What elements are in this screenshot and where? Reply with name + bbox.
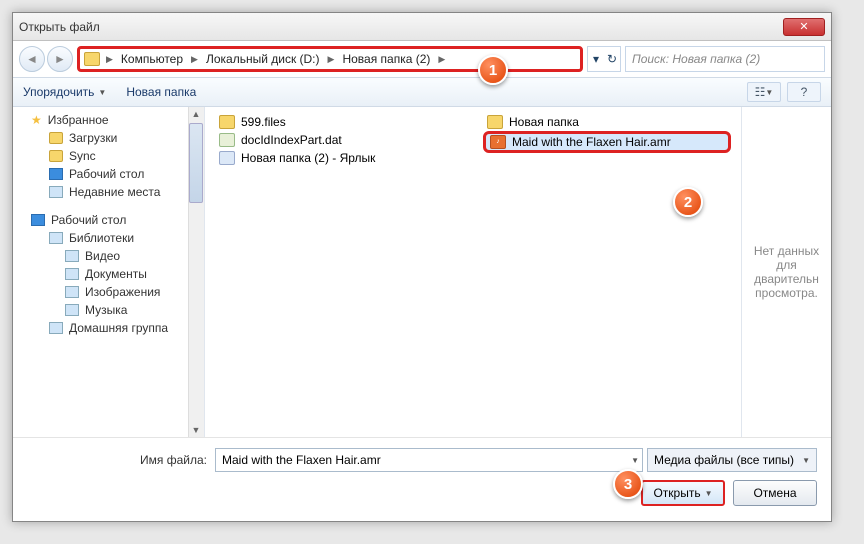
annotation-badge-3: 3	[613, 469, 643, 499]
open-file-dialog: Открыть файл ✕ ◄ ► ▶ Компьютер ▶ Локальн…	[12, 12, 832, 522]
chevron-right-icon: ▶	[326, 54, 337, 65]
documents-icon	[65, 268, 79, 280]
folder-icon	[49, 132, 63, 144]
shortcut-icon	[219, 151, 235, 165]
refresh-icon[interactable]: ↻	[604, 47, 620, 71]
dropdown-icon[interactable]: ▾	[588, 47, 604, 71]
file-pane: 599.files docIdIndexPart.dat Новая папка…	[205, 107, 831, 437]
file-item-selected[interactable]: ♪Maid with the Flaxen Hair.amr	[483, 131, 731, 153]
chevron-right-icon: ▶	[436, 54, 447, 65]
sidebar-video[interactable]: Видео	[13, 247, 204, 265]
annotation-badge-1: 1	[478, 55, 508, 85]
dat-file-icon	[219, 133, 235, 147]
sidebar-desktop[interactable]: Рабочий стол	[13, 165, 204, 183]
window-title: Открыть файл	[19, 20, 783, 34]
scroll-thumb[interactable]	[189, 123, 203, 203]
file-item[interactable]: Новая папка (2) - Ярлык	[215, 149, 463, 167]
back-button[interactable]: ◄	[19, 46, 45, 72]
sidebar: ★Избранное Загрузки Sync Рабочий стол Не…	[13, 107, 205, 437]
desktop-icon	[31, 214, 45, 226]
folder-icon	[49, 150, 63, 162]
titlebar: Открыть файл ✕	[13, 13, 831, 41]
close-button[interactable]: ✕	[783, 18, 825, 36]
forward-button[interactable]: ►	[47, 46, 73, 72]
filename-label: Имя файла:	[27, 453, 207, 467]
view-options-button[interactable]: ☷ ▼	[747, 82, 781, 102]
sidebar-documents[interactable]: Документы	[13, 265, 204, 283]
help-button[interactable]: ?	[787, 82, 821, 102]
preview-text: Нет данных для дварительн просмотра.	[746, 244, 827, 300]
new-folder-button[interactable]: Новая папка	[126, 85, 196, 99]
file-column-2: Новая папка ♪Maid with the Flaxen Hair.a…	[473, 107, 741, 437]
crumb-folder[interactable]: Новая папка (2)	[340, 50, 432, 68]
file-item[interactable]: Новая папка	[483, 113, 731, 131]
file-column-1: 599.files docIdIndexPart.dat Новая папка…	[205, 107, 473, 437]
chevron-down-icon: ▼	[705, 489, 713, 498]
button-row: Открыть ▼ Отмена	[27, 480, 817, 506]
sidebar-libraries[interactable]: Библиотеки	[13, 229, 204, 247]
sidebar-favorites[interactable]: ★Избранное	[13, 111, 204, 129]
sidebar-music[interactable]: Музыка	[13, 301, 204, 319]
nav-buttons: ◄ ►	[19, 46, 73, 72]
nav-row: ◄ ► ▶ Компьютер ▶ Локальный диск (D:) ▶ …	[13, 41, 831, 77]
filetype-select[interactable]: Медиа файлы (все типы)▼	[647, 448, 817, 472]
star-icon: ★	[31, 113, 42, 127]
crumb-computer[interactable]: Компьютер	[119, 50, 185, 68]
amr-file-icon: ♪	[490, 135, 506, 149]
search-input[interactable]: Поиск: Новая папка (2)	[625, 46, 825, 72]
annotation-badge-2: 2	[673, 187, 703, 217]
music-icon	[65, 304, 79, 316]
cancel-button[interactable]: Отмена	[733, 480, 817, 506]
address-controls: ▾ ↻	[587, 46, 621, 72]
chevron-right-icon: ▶	[104, 54, 115, 65]
sidebar-scrollbar[interactable]: ▲ ▼	[188, 107, 204, 437]
sidebar-downloads[interactable]: Загрузки	[13, 129, 204, 147]
chevron-down-icon: ▼	[802, 456, 810, 465]
sidebar-recent[interactable]: Недавние места	[13, 183, 204, 201]
toolbar-right: ☷ ▼ ?	[747, 82, 821, 102]
homegroup-icon	[49, 322, 63, 334]
file-item[interactable]: docIdIndexPart.dat	[215, 131, 463, 149]
chevron-down-icon[interactable]: ▼	[631, 456, 639, 465]
desktop-icon	[49, 168, 63, 180]
library-icon	[49, 232, 63, 244]
preview-pane: Нет данных для дварительн просмотра.	[741, 107, 831, 437]
file-item[interactable]: 599.files	[215, 113, 463, 131]
folder-icon	[487, 115, 503, 129]
filename-row: Имя файла: ▼ Медиа файлы (все типы)▼	[27, 448, 817, 472]
chevron-right-icon: ▶	[189, 54, 200, 65]
computer-icon	[84, 52, 100, 66]
search-placeholder: Поиск: Новая папка (2)	[632, 52, 760, 66]
scroll-down-icon[interactable]: ▼	[189, 423, 203, 437]
filename-input[interactable]	[215, 448, 643, 472]
video-icon	[65, 250, 79, 262]
recent-icon	[49, 186, 63, 198]
folder-icon	[219, 115, 235, 129]
toolbar: Упорядочить ▼ Новая папка ☷ ▼ ?	[13, 77, 831, 107]
crumb-drive[interactable]: Локальный диск (D:)	[204, 50, 322, 68]
pictures-icon	[65, 286, 79, 298]
sidebar-desktop-root[interactable]: Рабочий стол	[13, 211, 204, 229]
scroll-up-icon[interactable]: ▲	[189, 107, 203, 121]
organize-button[interactable]: Упорядочить ▼	[23, 85, 106, 99]
dialog-body: ★Избранное Загрузки Sync Рабочий стол Не…	[13, 107, 831, 437]
sidebar-sync[interactable]: Sync	[13, 147, 204, 165]
chevron-down-icon: ▼	[98, 88, 106, 97]
sidebar-pictures[interactable]: Изображения	[13, 283, 204, 301]
sidebar-homegroup[interactable]: Домашняя группа	[13, 319, 204, 337]
footer: Имя файла: ▼ Медиа файлы (все типы)▼ Отк…	[13, 437, 831, 516]
open-button[interactable]: Открыть ▼	[641, 480, 725, 506]
